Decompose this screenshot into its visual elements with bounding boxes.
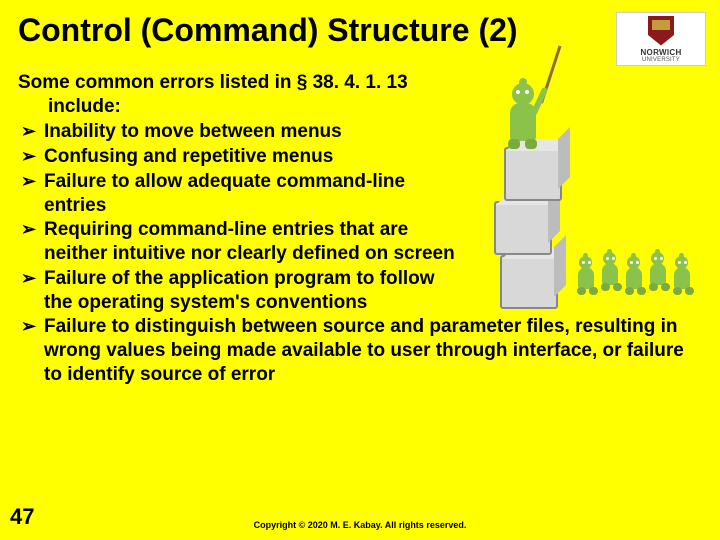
crowd-figure-icon (674, 267, 690, 289)
bullet-item: Confusing and repetitive menus (18, 145, 458, 169)
leader-figure-icon (510, 103, 536, 141)
slide-title: Control (Command) Structure (2) (0, 0, 560, 55)
copyright-text: Copyright © 2020 M. E. Kabay. All rights… (254, 520, 467, 530)
crowd-figure-icon (578, 267, 594, 289)
bullet-item: Failure to allow adequate command-line e… (18, 170, 458, 218)
page-number: 47 (10, 504, 34, 530)
intro-line-1: Some common errors listed in § 38. 4. 1.… (18, 72, 408, 93)
crowd-figure-icon (626, 267, 642, 289)
bullet-item: Inability to move between menus (18, 120, 458, 144)
bullet-item: Requiring command-line entries that are … (18, 218, 458, 266)
crowd-figure-icon (650, 263, 666, 285)
crowd-figure-icon (602, 263, 618, 285)
leader-illustration (474, 59, 704, 329)
intro-text: Some common errors listed in § 38. 4. 1.… (18, 71, 448, 119)
slide-content: Some common errors listed in § 38. 4. 1.… (0, 55, 720, 387)
intro-line-2: include: (18, 95, 448, 119)
shield-icon (648, 16, 674, 46)
bullet-item: Failure of the application program to fo… (18, 267, 458, 315)
